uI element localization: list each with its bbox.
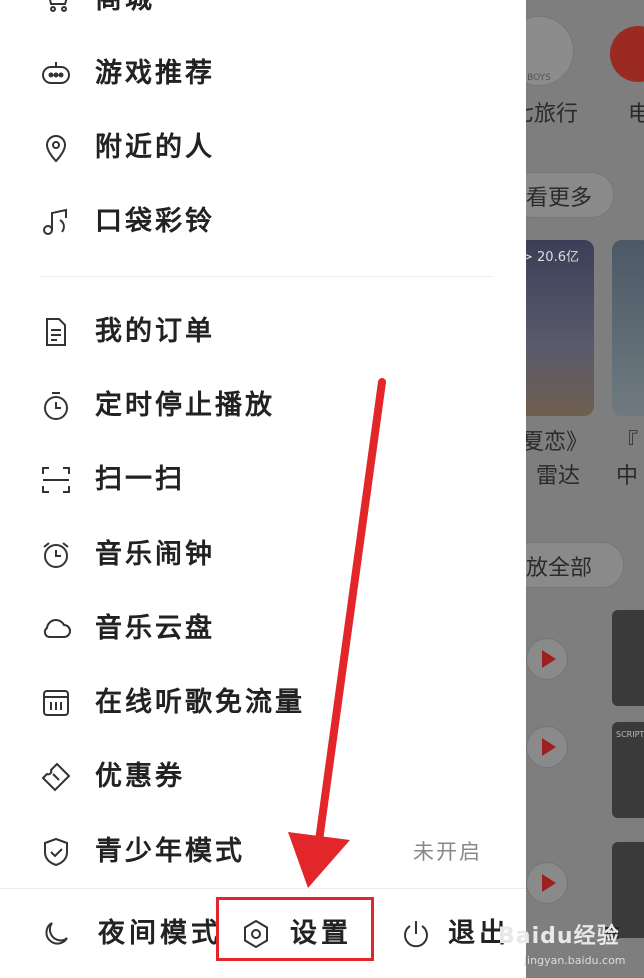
drawer-item-game-recommend[interactable]: 游戏推荐 (0, 46, 526, 102)
coupon-icon (40, 761, 72, 793)
drawer-item-sleep-timer[interactable]: 定时停止播放 (0, 378, 526, 434)
location-pin-icon (40, 132, 72, 164)
drawer-item-label: 音乐云盘 (95, 613, 215, 644)
drawer-item-label: 青少年模式 (95, 836, 245, 867)
drawer-item-free-data[interactable]: 在线听歌免流量 (0, 675, 526, 731)
drawer-item-label: 口袋彩铃 (95, 206, 215, 237)
background-song-thumb: SCRIPT (612, 722, 644, 818)
moon-icon (40, 918, 72, 950)
background-label: 中 (616, 464, 639, 489)
night-mode-label: 夜间模式 (98, 918, 222, 949)
drawer-item-scan[interactable]: 扫一扫 (0, 452, 526, 508)
background-label: 电 (628, 102, 644, 127)
drawer-item-label: 附近的人 (95, 132, 215, 163)
data-plan-icon (40, 687, 72, 719)
background-song-thumb (612, 610, 644, 706)
gamepad-icon (40, 58, 72, 90)
drawer-item-ringtone[interactable]: 口袋彩铃 (0, 194, 526, 250)
drawer-item-mall[interactable]: 商城 (0, 0, 526, 28)
alarm-clock-icon (40, 539, 72, 571)
drawer-item-my-orders[interactable]: 我的订单 (0, 304, 526, 360)
background-play-icon (526, 638, 568, 680)
drawer-item-nearby-people[interactable]: 附近的人 (0, 120, 526, 176)
drawer-item-label: 在线听歌免流量 (95, 687, 305, 718)
background-playlist-card (612, 240, 644, 416)
bottom-divider (0, 888, 526, 889)
watermark-url: jingyan.baidu.com (524, 954, 626, 967)
drawer-item-music-alarm[interactable]: 音乐闹钟 (0, 527, 526, 583)
background-label: 夏恋》 (522, 430, 589, 455)
drawer-item-label: 音乐闹钟 (95, 539, 215, 570)
night-mode-button[interactable]: 夜间模式 (30, 890, 218, 978)
scan-icon (40, 464, 72, 496)
background-label: 雷达 (536, 464, 581, 489)
side-drawer: 商城 游戏推荐 附近的人 口袋彩铃 我的订单 定时停止播放 (0, 0, 526, 978)
background-play-all-label: 放全部 (526, 556, 593, 581)
drawer-item-label: 商城 (95, 0, 155, 28)
timer-icon (40, 390, 72, 422)
background-label: 『 (616, 430, 639, 455)
shield-icon (40, 836, 72, 868)
settings-highlight-box (216, 897, 374, 961)
teen-mode-status: 未开启 (413, 840, 482, 864)
drawer-item-label: 优惠券 (95, 761, 185, 792)
background-radio-avatar (610, 26, 644, 82)
drawer-item-cloud-drive[interactable]: 音乐云盘 (0, 601, 526, 657)
document-icon (40, 316, 72, 348)
watermark-title: Baidu经验 (498, 924, 620, 949)
background-see-more-label: 看更多 (526, 186, 593, 211)
drawer-item-coupons[interactable]: 优惠券 (0, 749, 526, 805)
drawer-item-label: 游戏推荐 (95, 58, 215, 89)
baidu-watermark: Baidu经验 jingyan.baidu.com (498, 916, 644, 974)
drawer-item-label: 我的订单 (95, 316, 215, 347)
drawer-item-teen-mode[interactable]: 青少年模式 未开启 (0, 824, 526, 880)
music-note-icon (40, 206, 72, 238)
cart-icon (40, 0, 72, 16)
power-icon (400, 918, 432, 950)
drawer-item-label: 定时停止播放 (95, 390, 275, 421)
section-divider (40, 276, 492, 277)
cloud-icon (40, 613, 72, 645)
drawer-item-label: 扫一扫 (95, 464, 185, 495)
background-play-icon (526, 726, 568, 768)
